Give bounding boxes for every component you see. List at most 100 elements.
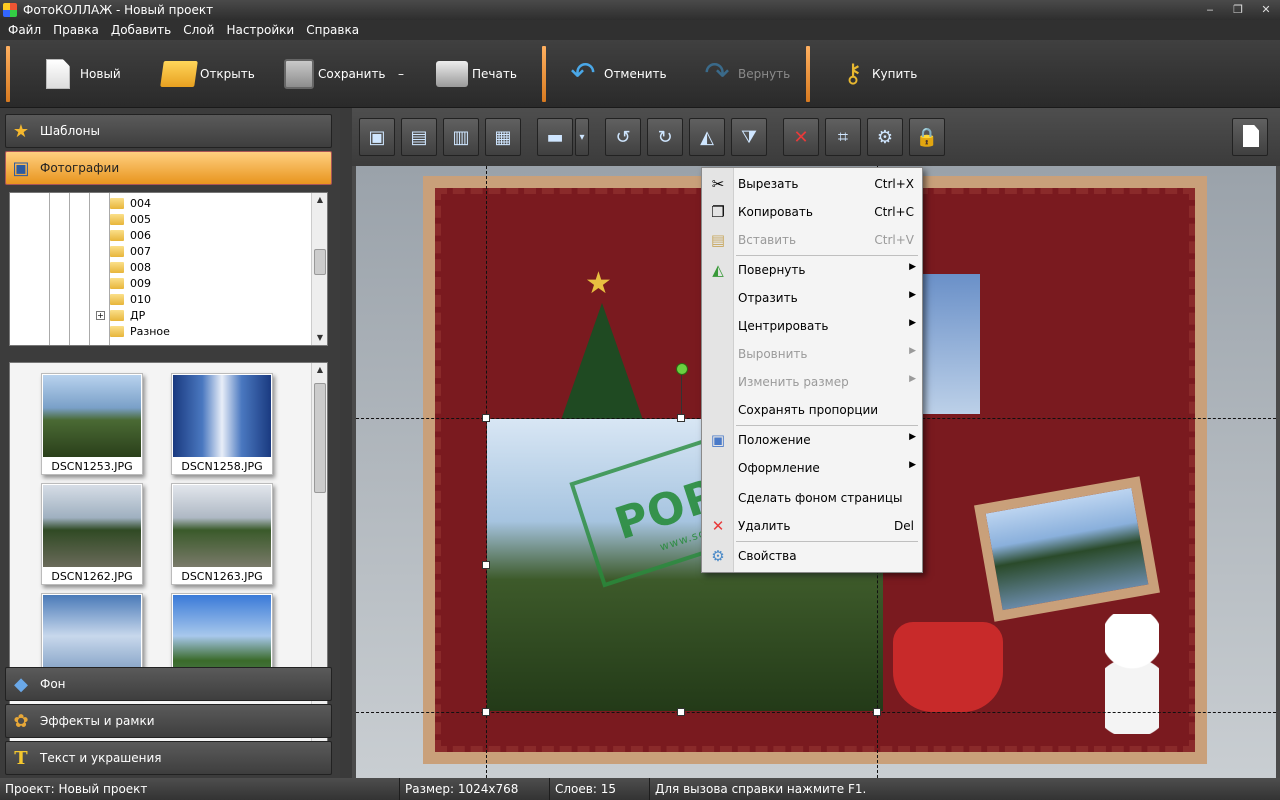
folder-icon — [160, 61, 198, 87]
menu-add[interactable]: Добавить — [105, 20, 177, 40]
status-hint: Для вызова справки нажмите F1. — [655, 782, 867, 796]
save-label: Сохранить — [318, 67, 386, 81]
minimize-button[interactable]: ‒ — [1200, 2, 1220, 18]
redo-button[interactable]: ↷ Вернуть — [700, 48, 790, 100]
scroll-up-icon[interactable]: ▲ — [312, 193, 327, 207]
ctx-design[interactable]: Оформление ▶ — [702, 455, 922, 481]
flip-vertical-icon[interactable]: ⧩ — [731, 118, 767, 156]
menu-settings[interactable]: Настройки — [220, 20, 300, 40]
menu-bar: Файл Правка Добавить Слой Настройки Спра… — [0, 20, 1280, 40]
ctx-keep-proportions[interactable]: Сохранять пропорции — [702, 397, 922, 423]
bring-to-front-icon[interactable]: ▣ — [359, 118, 395, 156]
flip-horizontal-icon[interactable]: ◭ — [689, 118, 725, 156]
folder-icon — [110, 325, 124, 337]
thumbnail[interactable]: DSCN1263.JPG — [171, 483, 273, 585]
tree-scrollbar[interactable]: ▲ ▼ — [311, 193, 327, 345]
tree-item[interactable]: 005 — [110, 211, 151, 227]
status-layers: Слоев: 15 — [550, 778, 650, 800]
redo-label: Вернуть — [738, 67, 791, 81]
delete-x-icon[interactable]: ✕ — [783, 118, 819, 156]
scroll-down-icon[interactable]: ▼ — [312, 331, 327, 345]
align-icon[interactable]: ▬ — [537, 118, 573, 156]
ctx-keep-proportions-label: Сохранять пропорции — [738, 403, 879, 417]
christmas-tree-decoration — [560, 303, 644, 423]
save-button[interactable]: Сохранить — [284, 48, 386, 100]
thumbnail[interactable]: DSCN1262.JPG — [41, 483, 143, 585]
ctx-copy[interactable]: ❐ Копировать Ctrl+C — [702, 199, 922, 225]
lock-icon[interactable]: 🔒 — [909, 118, 945, 156]
panel-photos[interactable]: ▣ Фотографии — [5, 151, 332, 185]
open-button[interactable]: Открыть — [160, 48, 255, 100]
undo-button[interactable]: ↶ Отменить — [566, 48, 666, 100]
save-dropdown-button[interactable]: – — [398, 48, 404, 100]
close-button[interactable]: ✕ — [1256, 2, 1276, 18]
resize-handle[interactable] — [482, 561, 490, 569]
ctx-resize[interactable]: Изменить размер ▶ — [702, 369, 922, 395]
bring-forward-icon[interactable]: ▤ — [401, 118, 437, 156]
ctx-properties[interactable]: ⚙ Свойства — [702, 543, 922, 569]
page-icon[interactable] — [1232, 118, 1268, 156]
crop-icon[interactable]: ⌗ — [825, 118, 861, 156]
tree-item[interactable]: 008 — [110, 259, 151, 275]
panel-templates[interactable]: ★ Шаблоны — [5, 114, 332, 148]
folder-tree[interactable]: 004 005 006 007 008 009 010 + ДР Разное … — [9, 192, 328, 346]
tree-item[interactable]: 010 — [110, 291, 151, 307]
resize-handle[interactable] — [482, 414, 490, 422]
print-button[interactable]: Печать — [436, 48, 517, 100]
ctx-center-label: Центрировать — [738, 319, 829, 333]
tree-item[interactable]: 007 — [110, 243, 151, 259]
send-backward-icon[interactable]: ▥ — [443, 118, 479, 156]
panel-background-label: Фон — [40, 677, 66, 691]
ctx-make-background-label: Сделать фоном страницы — [738, 491, 903, 505]
menu-file[interactable]: Файл — [2, 20, 47, 40]
ctx-paste[interactable]: ▤ Вставить Ctrl+V — [702, 227, 922, 253]
printer-icon — [436, 61, 468, 87]
resize-handle[interactable] — [677, 414, 685, 422]
ctx-center[interactable]: Центрировать ▶ — [702, 313, 922, 339]
ctx-rotate[interactable]: ◭ Повернуть ▶ — [702, 257, 922, 283]
ctx-delete[interactable]: ✕ Удалить Del — [702, 513, 922, 539]
tree-item-label: 005 — [130, 212, 151, 226]
buy-button[interactable]: ⚷ Купить — [838, 48, 917, 100]
menu-layer[interactable]: Слой — [177, 20, 220, 40]
ctx-flip-label: Отразить — [738, 291, 798, 305]
maximize-button[interactable]: ❐ — [1228, 2, 1248, 18]
align-dropdown-icon[interactable]: ▾ — [575, 118, 589, 156]
rotate-left-icon[interactable]: ↺ — [605, 118, 641, 156]
ctx-position[interactable]: ▣ Положение ▶ — [702, 427, 922, 453]
tree-item[interactable]: 009 — [110, 275, 151, 291]
ctx-flip[interactable]: Отразить ▶ — [702, 285, 922, 311]
rotation-handle[interactable] — [676, 363, 688, 375]
menu-help[interactable]: Справка — [300, 20, 365, 40]
expand-plus-icon[interactable]: + — [96, 311, 105, 320]
panel-text[interactable]: T Текст и украшения — [5, 741, 332, 775]
scroll-thumb[interactable] — [314, 383, 326, 493]
tree-item[interactable]: Разное — [110, 323, 170, 339]
menu-edit[interactable]: Правка — [47, 20, 105, 40]
send-to-back-icon[interactable]: ▦ — [485, 118, 521, 156]
collage-photo-small[interactable] — [920, 274, 980, 414]
new-button[interactable]: Новый — [40, 48, 121, 100]
thumbnail[interactable]: DSCN1258.JPG — [171, 373, 273, 475]
thumbnail[interactable]: DSCN1253.JPG — [41, 373, 143, 475]
context-menu: ✂ Вырезать Ctrl+X ❐ Копировать Ctrl+C ▤ Встав… — [701, 167, 923, 573]
ctx-cut[interactable]: ✂ Вырезать Ctrl+X — [702, 171, 922, 197]
ctx-align[interactable]: Выровнить ▶ — [702, 341, 922, 367]
folder-icon — [110, 277, 124, 289]
panel-background[interactable]: ◆ Фон — [5, 667, 332, 701]
rotate-right-icon[interactable]: ↻ — [647, 118, 683, 156]
tree-item[interactable]: ДР — [110, 307, 145, 323]
tree-item[interactable]: 006 — [110, 227, 151, 243]
panel-effects[interactable]: ✿ Эффекты и рамки — [5, 704, 332, 738]
sleigh-decoration — [893, 622, 1003, 712]
resize-handle[interactable] — [873, 708, 881, 716]
ctx-make-background[interactable]: Сделать фоном страницы — [702, 485, 922, 511]
resize-handle[interactable] — [677, 708, 685, 716]
status-bar: Проект: Новый проект Размер: 1024x768 Сл… — [0, 778, 1280, 800]
gear-icon[interactable]: ⚙ — [867, 118, 903, 156]
thumbnail-caption: DSCN1263.JPG — [181, 570, 263, 583]
scroll-up-icon[interactable]: ▲ — [312, 363, 327, 377]
tree-item[interactable]: 004 — [110, 195, 151, 211]
scroll-thumb[interactable] — [314, 249, 326, 275]
resize-handle[interactable] — [482, 708, 490, 716]
